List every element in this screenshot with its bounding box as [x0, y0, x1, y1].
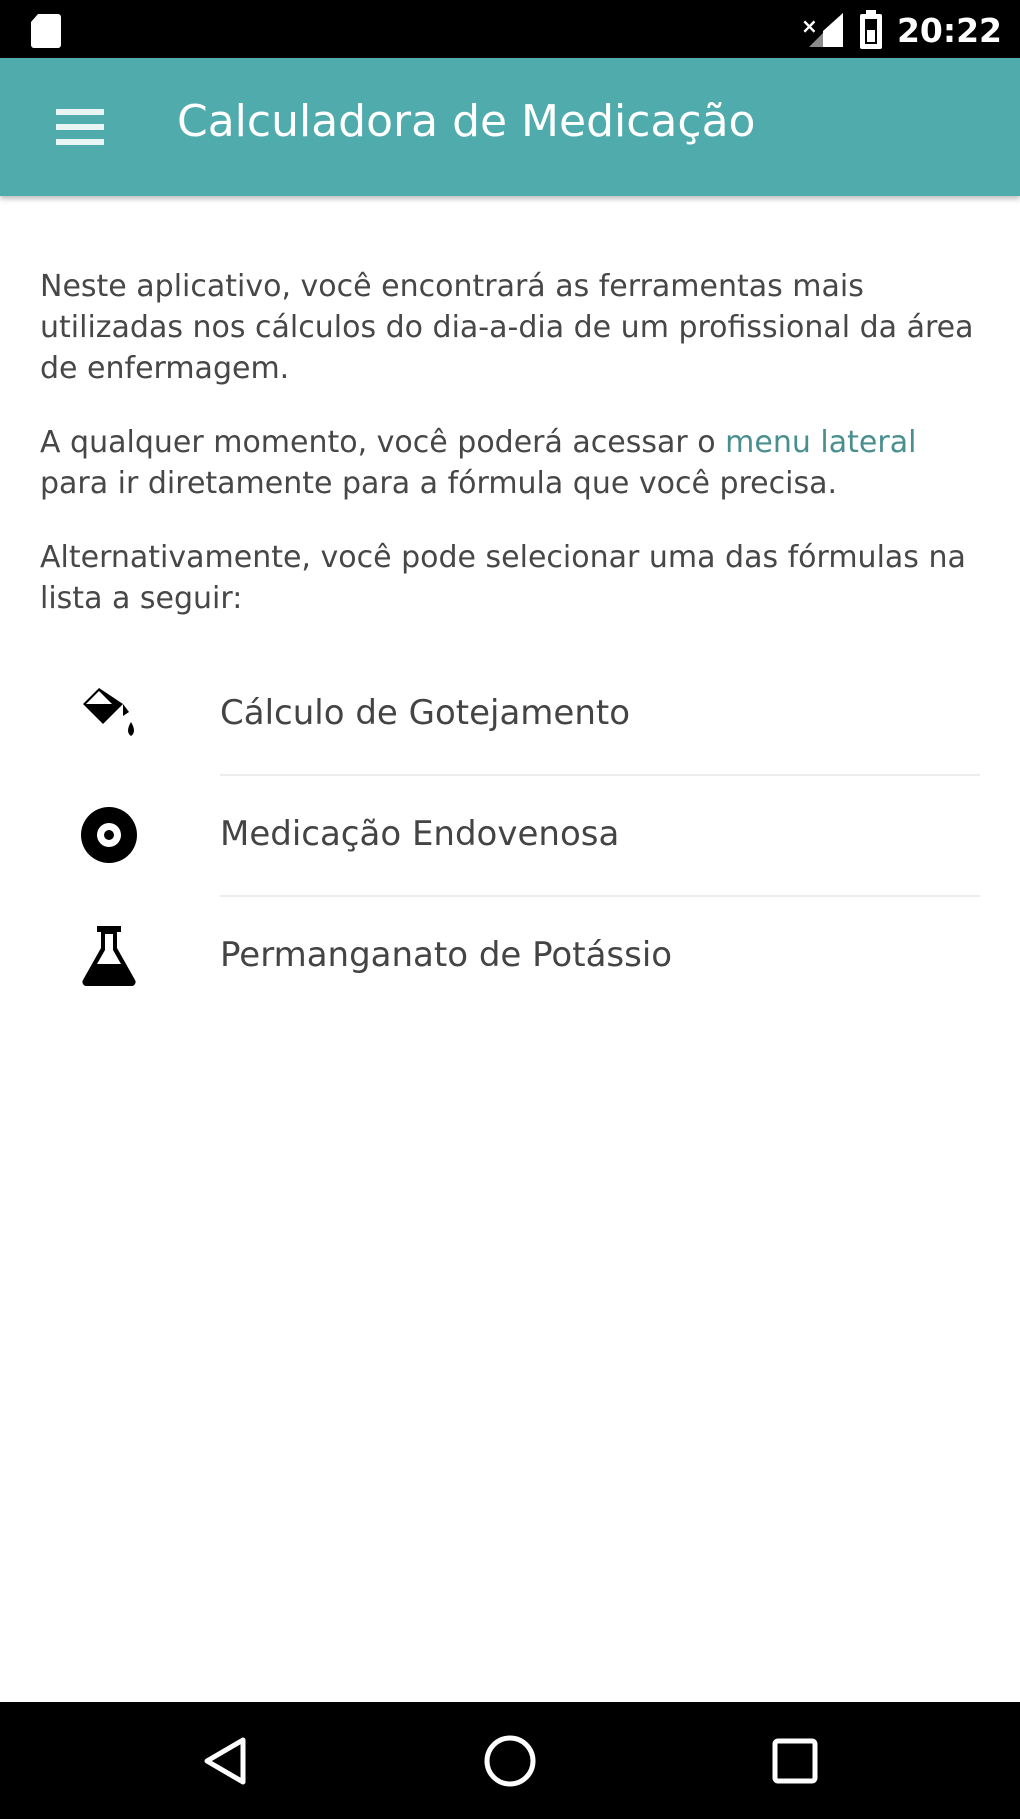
paint-bucket-drip-icon [76, 681, 142, 747]
intro-paragraph-2-start: A qualquer momento, você poderá acessar … [40, 425, 726, 460]
intro-text: Neste aplicativo, você encontrará as fer… [40, 266, 990, 652]
battery-icon [859, 10, 882, 49]
home-circle-icon [484, 1735, 536, 1787]
status-time: 20:22 [896, 10, 1002, 50]
status-icons: × 20:22 [799, 10, 1002, 50]
hamburger-menu-icon [56, 109, 104, 145]
back-button[interactable] [188, 1724, 262, 1798]
flask-icon [76, 923, 142, 989]
list-item-label: Permanganato de Potássio [220, 935, 673, 975]
list-item-medicacao-endovenosa[interactable]: Medicação Endovenosa [0, 776, 1020, 897]
list-item-label: Cálculo de Gotejamento [220, 693, 631, 733]
list-item-label: Medicação Endovenosa [220, 814, 620, 854]
status-bar: × 20:22 [0, 0, 1020, 58]
app-bar: Calculadora de Medicação [0, 58, 1020, 196]
svg-text:×: × [801, 14, 818, 38]
intro-paragraph-2: A qualquer momento, você poderá acessar … [40, 422, 990, 504]
recents-square-icon [772, 1738, 818, 1784]
app-title: Calculadora de Medicação [177, 96, 756, 147]
disc-icon [76, 802, 142, 868]
menu-button[interactable] [36, 94, 124, 160]
back-triangle-icon [204, 1737, 246, 1785]
recents-button[interactable] [758, 1724, 832, 1798]
intro-paragraph-3: Alternativamente, você pode selecionar u… [40, 540, 966, 616]
sd-card-icon [31, 14, 61, 48]
side-menu-link[interactable]: menu lateral [725, 425, 916, 460]
intro-paragraph-2-end: para ir diretamente para a fórmula que v… [40, 466, 838, 501]
signal-icon: × [801, 13, 843, 47]
home-button[interactable] [473, 1724, 547, 1798]
list-item-permanganato-potassio[interactable]: Permanganato de Potássio [0, 897, 1020, 1018]
navigation-bar [0, 1702, 1020, 1819]
screen: × 20:22 Calculadora de Medicação Neste a… [0, 0, 1020, 1819]
formula-list: Cálculo de Gotejamento Medicação Endoven… [0, 655, 1020, 1018]
list-item-calculo-gotejamento[interactable]: Cálculo de Gotejamento [0, 655, 1020, 776]
intro-paragraph-1: Neste aplicativo, você encontrará as fer… [40, 269, 974, 386]
